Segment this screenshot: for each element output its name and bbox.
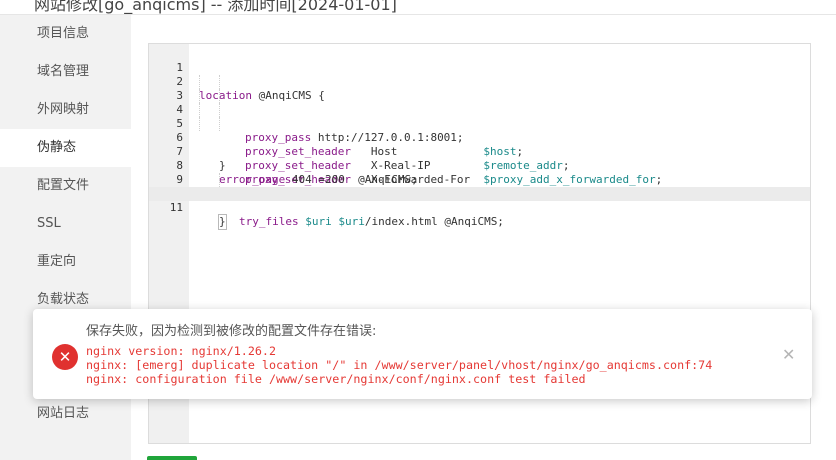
dialog-title: 网站修改[go_anqicms] -- 添加时间[2024-01-01] (34, 0, 397, 14)
code-keyword: try_files (239, 215, 299, 228)
code-line: 7 } (149, 131, 810, 172)
sidebar-item-redirect[interactable]: 重定向 (0, 243, 131, 281)
sidebar-item-rewrite[interactable]: 伪静态 (0, 129, 131, 167)
code-variable: $uri (305, 215, 332, 228)
code-line: 1 (149, 47, 810, 74)
sidebar-item-external-mapping[interactable]: 外网映射 (0, 91, 131, 129)
code-line: 5 proxy_set_header X-Real-IP $remote_add… (149, 103, 810, 172)
save-error-message: ✕ 保存失败，因为检测到被修改的配置文件存在错误: nginx version:… (33, 309, 812, 399)
code-line: 2 location @AnqiCMS { (149, 61, 810, 102)
code-line: 4 proxy_set_header Host $host; (149, 89, 810, 158)
indent-guide (219, 89, 220, 103)
indent-guide (219, 103, 220, 117)
error-detail-line: nginx: configuration file /www/server/ng… (86, 372, 586, 386)
sidebar-item-site-logs[interactable]: 网站日志 (0, 395, 131, 433)
error-detail-line: nginx: [emerg] duplicate location "/" in… (86, 358, 713, 372)
indent-guide (219, 75, 220, 89)
indent-guide (199, 103, 200, 117)
save-button[interactable] (147, 456, 197, 460)
indent-guide (219, 173, 220, 187)
error-icon: ✕ (52, 344, 78, 370)
code-line: 3 proxy_pass http://127.0.0.1:8001; (149, 75, 810, 144)
indent-guide (219, 117, 220, 131)
code-line: 10 try_files $uri $uri/index.html @AnqiC… (149, 173, 810, 228)
code-text: /index.html @AnqiCMS; (364, 215, 504, 228)
code-line: 6 proxy_set_header X-Forwarded-For $prox… (149, 117, 810, 186)
error-heading: 保存失败，因为检测到被修改的配置文件存在错误: (86, 324, 377, 339)
code-line: 9 location / { (149, 159, 810, 200)
indent-guide (199, 75, 200, 89)
line-number: 11 (169, 201, 183, 214)
error-detail-line: nginx version: nginx/1.26.2 (86, 344, 276, 358)
dialog-title-bar: 网站修改[go_anqicms] -- 添加时间[2024-01-01] (0, 0, 836, 15)
code-text: } (218, 214, 227, 230)
sidebar-item-domain-management[interactable]: 域名管理 (0, 53, 131, 91)
code-line-active: 11 } (149, 187, 810, 230)
close-icon[interactable]: ✕ (782, 345, 795, 364)
indent-guide (199, 89, 200, 103)
sidebar-item-project-info[interactable]: 项目信息 (0, 15, 131, 53)
sidebar-item-config-file[interactable]: 配置文件 (0, 167, 131, 205)
indent-guide (199, 117, 200, 131)
sidebar-item-ssl[interactable]: SSL (0, 205, 131, 243)
code-variable: $uri (338, 215, 365, 228)
code-line: 8 error_page 404 =200 @AnqiCMS; (149, 145, 810, 186)
